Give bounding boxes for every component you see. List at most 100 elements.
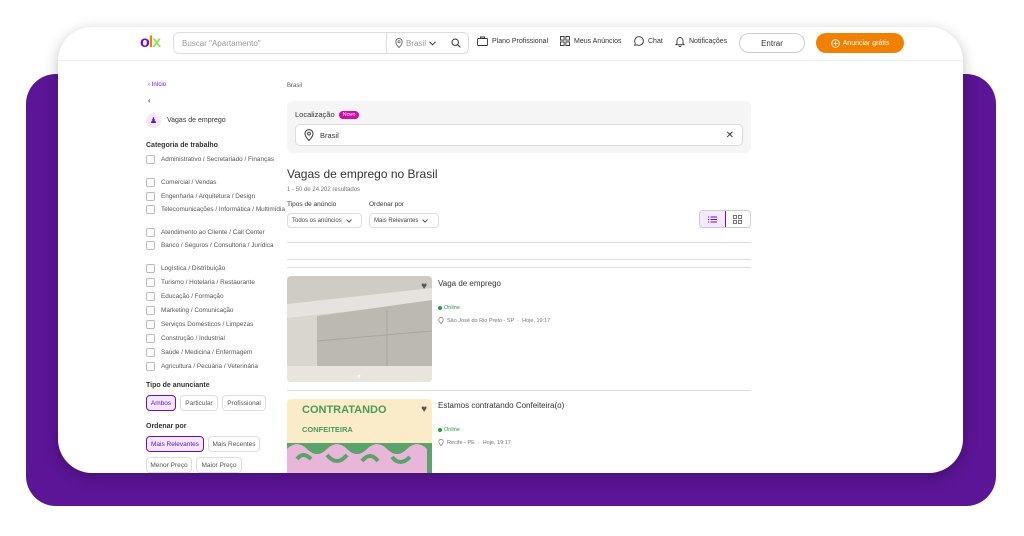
checkbox[interactable] — [146, 178, 155, 187]
checkbox[interactable] — [146, 278, 155, 287]
checkbox-item[interactable]: Turismo / Hotelaria / Restaurante — [146, 278, 286, 287]
list-view-button[interactable] — [700, 211, 726, 227]
checkbox[interactable] — [146, 155, 155, 164]
checkbox-label: Educação / Formação — [161, 293, 224, 300]
listing-image[interactable]: CONTRATANDO CONFEITEIRA ♥ — [287, 399, 432, 473]
nav-notificacoes[interactable]: Notificações — [675, 36, 727, 47]
page-title: Vagas de emprego no Brasil — [287, 167, 438, 181]
checkbox-item[interactable]: Comercial / Vendas — [146, 178, 286, 187]
advertiser-option-ambos[interactable]: Ambos — [146, 395, 176, 411]
nav-label: Plano Profissional — [492, 37, 549, 45]
nav-meus-anuncios[interactable]: Meus Anúncios — [560, 36, 621, 46]
checkbox[interactable] — [146, 241, 155, 250]
search-button[interactable] — [444, 38, 468, 48]
checkbox-item[interactable]: Logística / Distribuição — [146, 264, 286, 273]
new-badge: Novo — [338, 110, 360, 119]
sort-value: Mais Relevantes — [374, 217, 419, 224]
checkbox[interactable] — [146, 264, 155, 273]
location-selector[interactable]: Brasil — [385, 33, 444, 53]
checkbox[interactable] — [146, 292, 155, 301]
checkbox-item[interactable]: Engenharia / Arquitetura / Design — [146, 192, 286, 201]
checkbox[interactable] — [146, 228, 155, 237]
checkbox-item[interactable]: Banco / Seguros / Consultoria / Jurídica — [146, 241, 286, 250]
search-input[interactable]: Buscar "Apartamento" — [174, 39, 386, 48]
advertiser-option-particular[interactable]: Particular — [180, 395, 218, 411]
ad-type-value: Todos os anúncios — [292, 217, 342, 224]
advertiser-option-profissional[interactable]: Profissional — [222, 395, 266, 411]
nav-plano-profissional[interactable]: Plano Profissional — [477, 36, 548, 46]
checkbox-item[interactable]: Telecomunicações / Informática / Multimí… — [146, 205, 286, 214]
checkbox[interactable] — [146, 306, 155, 315]
ad-type-select[interactable]: Todos os anúncios — [287, 213, 362, 228]
close-icon[interactable]: ✕ — [726, 130, 734, 141]
order-option-recentes[interactable]: Mais Recentes — [208, 436, 260, 452]
bell-icon — [675, 37, 685, 47]
checkbox-item[interactable]: Construção / Industrial — [146, 334, 286, 343]
pin-icon — [304, 129, 314, 141]
heart-icon[interactable]: ♥ — [421, 404, 427, 415]
hiring-banner: CONTRATANDO CONFEITEIRA — [287, 399, 432, 473]
checkbox-item[interactable]: Educação / Formação — [146, 292, 286, 301]
checkbox-item[interactable]: Agricultura / Pecuária / Veterinária — [146, 362, 286, 371]
order-option-maior-preco[interactable]: Maior Preço — [196, 457, 242, 473]
listing-image[interactable]: ♥ — [287, 276, 432, 382]
checkbox-item[interactable]: Atendimento ao Cliente / Call Center — [146, 228, 286, 237]
checkbox-label: Administrativo / Secretariado / Finanças — [161, 156, 274, 163]
checkbox-item[interactable]: Saúde / Medicina / Enfermagem — [146, 348, 286, 357]
furniture-photo — [287, 276, 432, 382]
post-ad-button[interactable]: Anunciar grátis — [816, 33, 904, 53]
grid-icon — [560, 36, 570, 46]
location-input[interactable]: Brasil ✕ — [295, 124, 743, 146]
checkbox-item[interactable]: Administrativo / Secretariado / Finanças — [146, 155, 286, 164]
category-header[interactable]: ♟ Vagas de emprego — [146, 113, 226, 128]
listing-title[interactable]: Vaga de emprego — [438, 279, 501, 288]
divider — [287, 259, 751, 260]
list-icon — [707, 216, 717, 222]
search-bar: Buscar "Apartamento" Brasil — [173, 32, 469, 54]
checkbox-item[interactable]: Serviços Domésticos / Limpezas — [146, 320, 286, 329]
chevron-down-icon — [345, 218, 352, 223]
nav-chat[interactable]: Chat — [634, 36, 663, 46]
location-input-value: Brasil — [320, 130, 339, 140]
online-dot-icon — [438, 428, 442, 432]
checkbox-label: Saúde / Medicina / Enfermagem — [161, 349, 253, 356]
checkbox[interactable] — [146, 320, 155, 329]
checkbox-label: Telecomunicações / Informática / Multimí… — [161, 206, 285, 213]
view-toggle — [699, 210, 751, 228]
back-arrow-icon[interactable]: ‹ — [148, 96, 151, 105]
post-ad-label: Anunciar grátis — [842, 39, 890, 47]
breadcrumb[interactable]: Brasil — [287, 83, 302, 89]
sort-select[interactable]: Mais Relevantes — [369, 213, 439, 228]
search-icon — [451, 38, 461, 48]
online-label: Online — [444, 427, 460, 433]
order-title: Ordenar por — [146, 423, 187, 430]
grid-icon — [733, 214, 743, 224]
order-option-menor-preco[interactable]: Menor Preço — [146, 457, 192, 473]
pin-icon — [438, 317, 444, 324]
listing-title[interactable]: Estamos contratando Confeiteira(o) — [438, 401, 564, 410]
checkbox[interactable] — [146, 362, 155, 371]
checkbox[interactable] — [146, 348, 155, 357]
home-link[interactable]: ‹ Início — [148, 82, 166, 88]
checkbox[interactable] — [146, 192, 155, 201]
logo-x: x — [152, 34, 161, 51]
nav-label: Chat — [648, 37, 663, 45]
divider — [287, 242, 751, 243]
online-label: Online — [444, 305, 460, 311]
grid-view-button[interactable] — [726, 211, 751, 227]
listing-location: São José do Rio Preto - SP — [447, 317, 515, 324]
checkbox[interactable] — [146, 334, 155, 343]
login-button[interactable]: Entrar — [739, 33, 805, 53]
checkbox-label: Construção / Industrial — [161, 335, 225, 342]
order-option-relevantes[interactable]: Mais Relevantes — [146, 436, 204, 452]
olx-logo[interactable]: olx — [140, 34, 161, 52]
heart-icon[interactable]: ♥ — [421, 281, 427, 292]
checkbox-item[interactable]: Marketing / Comunicação — [146, 306, 286, 315]
chat-icon — [634, 36, 644, 46]
location-filter-card: Localização Novo Brasil ✕ — [287, 101, 751, 153]
location-label-text: Localização — [295, 110, 335, 119]
category-label: Vagas de emprego — [167, 117, 226, 124]
location-label: Brasil — [405, 38, 426, 48]
checkbox[interactable] — [146, 205, 155, 214]
checkbox-label: Agricultura / Pecuária / Veterinária — [161, 363, 258, 370]
